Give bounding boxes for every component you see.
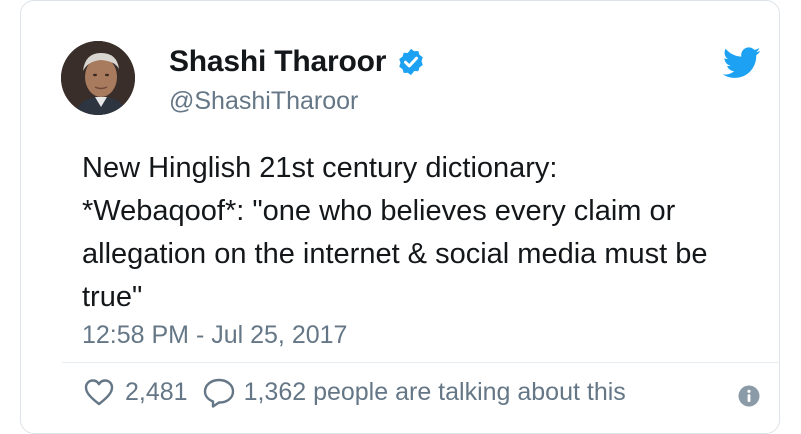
speech-bubble-icon — [203, 378, 234, 408]
heart-icon — [84, 379, 114, 406]
avatar-portrait — [61, 41, 135, 115]
tweet-card: Shashi Tharoor @ShashiTharoor New Hingli… — [20, 0, 780, 434]
author-name[interactable]: Shashi Tharoor — [169, 45, 386, 79]
tweet-text-line: New Hinglish 21st century dictionary: — [82, 152, 558, 184]
tweet-text-line: *Webaqoof*: "one who believes every clai… — [82, 195, 676, 227]
tweet-text-line: true" — [82, 281, 143, 313]
tweet-timestamp[interactable]: 12:58 PM - Jul 25, 2017 — [82, 321, 347, 350]
like-count: 2,481 — [125, 377, 188, 406]
verified-badge-icon — [399, 48, 423, 76]
tweet-text: New Hinglish 21st century dictionary: *W… — [82, 147, 782, 319]
talking-about-text: 1,362 people are talking about this — [243, 377, 626, 406]
info-icon[interactable] — [738, 385, 760, 407]
talking-about-link[interactable]: 1,362 people are talking about this — [202, 376, 626, 408]
tweet-text-line: allegation on the internet & social medi… — [82, 238, 708, 270]
avatar[interactable] — [61, 41, 135, 115]
twitter-bird-icon[interactable] — [723, 47, 761, 79]
like-button[interactable]: 2,481 — [83, 377, 202, 407]
author-name-row: Shashi Tharoor — [169, 45, 426, 79]
divider — [62, 362, 780, 363]
author-handle[interactable]: @ShashiTharoor — [169, 87, 358, 116]
action-bar: 2,481 1,362 people are talking about thi… — [83, 373, 626, 411]
